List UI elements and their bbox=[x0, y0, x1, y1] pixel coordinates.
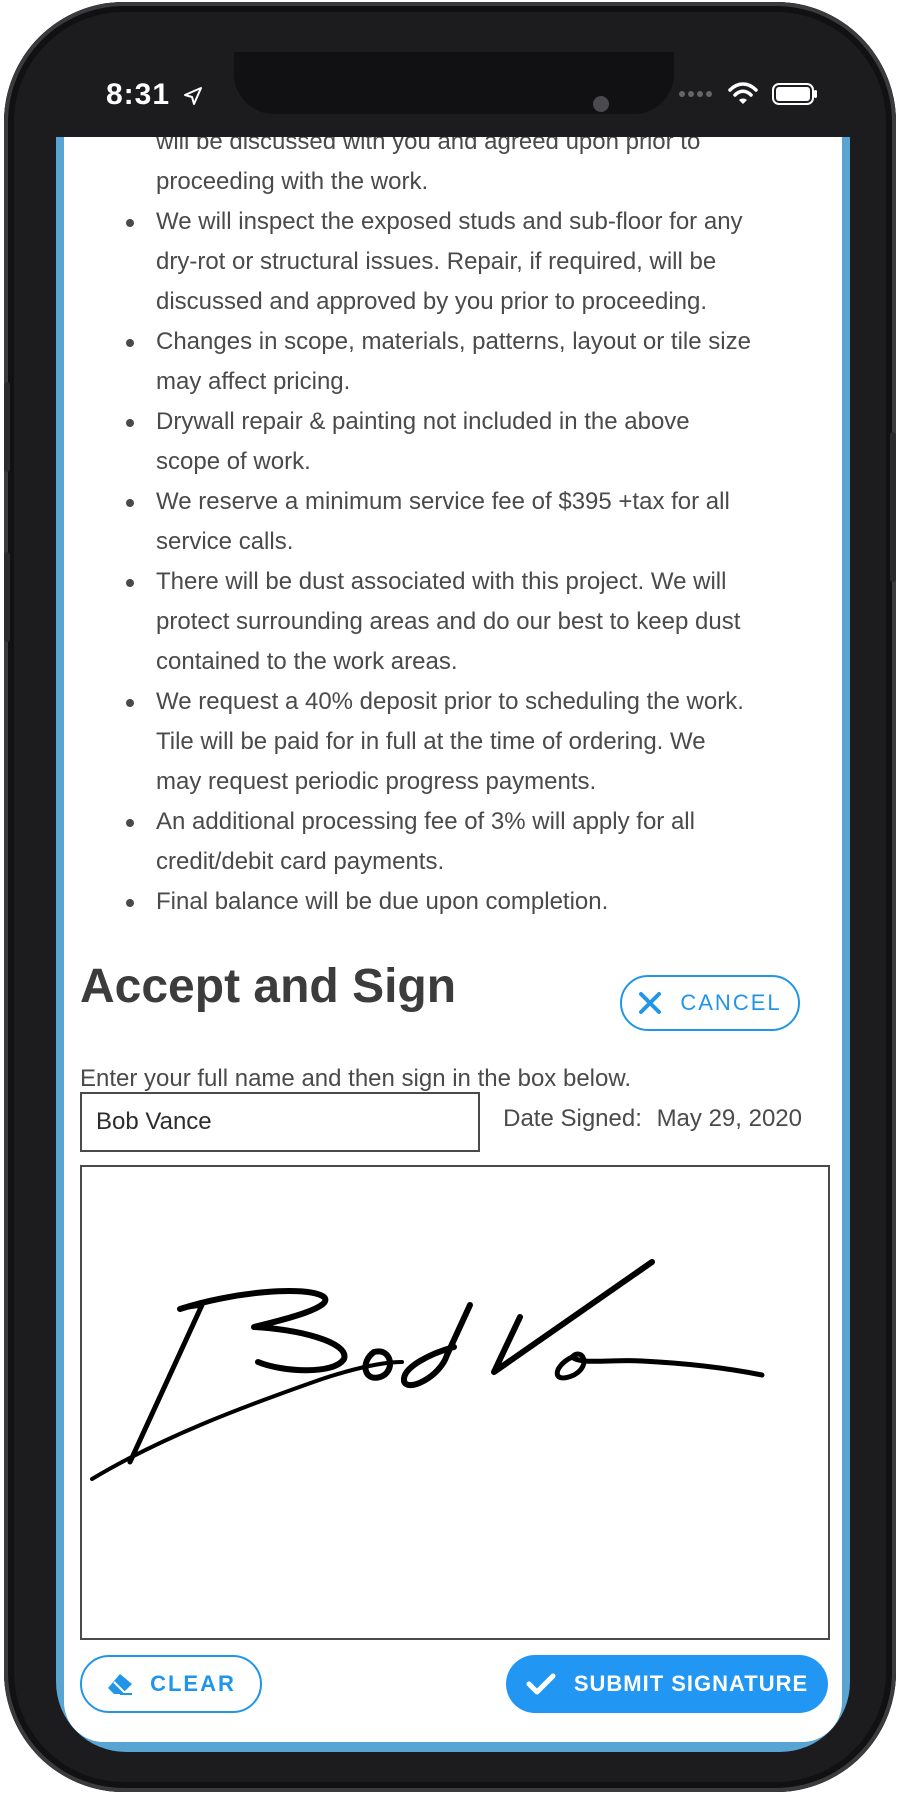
submit-signature-button[interactable]: SUBMIT SIGNATURE bbox=[506, 1655, 828, 1713]
power-button bbox=[890, 432, 896, 582]
page-content[interactable]: will be discussed with you and agreed up… bbox=[64, 137, 842, 1742]
terms-line: We request a 40% deposit prior to schedu… bbox=[126, 682, 816, 722]
terms-line: scope of work. bbox=[156, 448, 311, 475]
terms-line: An additional processing fee of 3% will … bbox=[126, 802, 816, 842]
terms-line: discussed and approved by you prior to p… bbox=[156, 288, 708, 315]
terms-line: We reserve a minimum service fee of $395… bbox=[126, 482, 816, 522]
signature-drawing bbox=[90, 1259, 765, 1481]
terms-line: may affect pricing. bbox=[156, 368, 351, 395]
terms-line: may request periodic progress payments. bbox=[156, 768, 597, 795]
date-signed-label: Date Signed: bbox=[503, 1105, 642, 1132]
cancel-label: CANCEL bbox=[680, 990, 782, 1015]
sign-instructions: Enter your full name and then sign in th… bbox=[80, 1065, 632, 1092]
submit-label: SUBMIT SIGNATURE bbox=[573, 1671, 809, 1696]
terms-line: protect surrounding areas and do our bes… bbox=[156, 608, 741, 635]
terms-line: Drywall repair & painting not included i… bbox=[126, 402, 816, 442]
terms-line: Changes in scope, materials, patterns, l… bbox=[126, 322, 816, 362]
camera bbox=[593, 96, 609, 112]
eraser-icon bbox=[108, 1674, 133, 1695]
status-time: 8:31 bbox=[106, 78, 203, 112]
page-title: Accept and Sign bbox=[80, 960, 457, 1013]
full-name-input[interactable] bbox=[80, 1092, 480, 1152]
terms-line: There will be dust associated with this … bbox=[126, 562, 816, 602]
terms-list: will be discussed with you and agreed up… bbox=[126, 137, 816, 922]
terms-line: credit/debit card payments. bbox=[156, 848, 445, 875]
app-frame: will be discussed with you and agreed up… bbox=[56, 137, 850, 1752]
signal-dots-icon bbox=[679, 91, 712, 97]
volume-up-button bbox=[4, 382, 10, 472]
clear-label: CLEAR bbox=[150, 1671, 236, 1696]
volume-down-button bbox=[4, 552, 10, 642]
terms-line: service calls. bbox=[156, 528, 294, 555]
terms-line: contained to the work areas. bbox=[156, 648, 458, 675]
location-arrow-icon bbox=[184, 87, 203, 106]
date-signed: Date Signed: May 29, 2020 bbox=[503, 1105, 802, 1133]
terms-line: Tile will be paid for in full at the tim… bbox=[156, 728, 706, 755]
phone-frame: will be discussed with you and agreed up… bbox=[4, 2, 896, 1792]
phone-screen: will be discussed with you and agreed up… bbox=[56, 52, 850, 1752]
cancel-button[interactable]: CANCEL bbox=[620, 975, 800, 1031]
battery-icon bbox=[772, 83, 817, 105]
terms-line: will be discussed with you and agreed up… bbox=[156, 137, 701, 155]
close-icon bbox=[639, 992, 662, 1014]
status-time-text: 8:31 bbox=[106, 78, 171, 111]
wifi-icon bbox=[728, 82, 758, 104]
check-icon bbox=[526, 1673, 556, 1695]
terms-line: Final balance will be due upon completio… bbox=[126, 882, 816, 922]
clear-button[interactable]: CLEAR bbox=[80, 1655, 262, 1713]
status-icons bbox=[678, 82, 818, 106]
terms-line: proceeding with the work. bbox=[156, 168, 429, 195]
date-signed-value: May 29, 2020 bbox=[656, 1105, 802, 1132]
terms-line: We will inspect the exposed studs and su… bbox=[126, 202, 816, 242]
status-bar: 8:31 bbox=[56, 52, 850, 140]
terms-line: dry-rot or structural issues. Repair, if… bbox=[156, 248, 717, 275]
signature-pad[interactable] bbox=[80, 1165, 830, 1640]
